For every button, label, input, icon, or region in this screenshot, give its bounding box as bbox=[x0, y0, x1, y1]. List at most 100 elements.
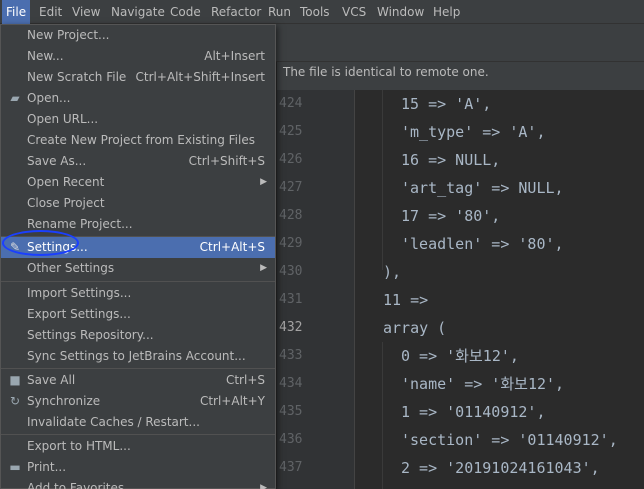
menu-item-settings-repository[interactable]: Settings Repository... bbox=[1, 325, 275, 346]
menu-item-create-from-existing[interactable]: Create New Project from Existing Files bbox=[1, 130, 275, 151]
line-number: 434 bbox=[279, 376, 303, 391]
file-menu-dropdown: New Project... New... Alt+Insert New Scr… bbox=[0, 24, 276, 489]
line-number: 436 bbox=[279, 432, 303, 447]
line-number: 427 bbox=[279, 180, 303, 195]
menu-tools[interactable]: Tools bbox=[296, 0, 334, 24]
code-line[interactable]: 0 => '화보12', bbox=[401, 342, 519, 370]
menu-run[interactable]: Run bbox=[264, 0, 295, 24]
menu-code[interactable]: Code bbox=[166, 0, 205, 24]
menu-item-other-settings[interactable]: Other Settings ▶ bbox=[1, 258, 275, 279]
code-line[interactable]: 'name' => '화보12', bbox=[401, 370, 564, 398]
menu-bar: File Edit View Navigate Code Refactor Ru… bbox=[0, 0, 644, 24]
save-icon: ■ bbox=[9, 373, 21, 387]
code-line[interactable]: 15 => 'A', bbox=[401, 90, 491, 118]
menu-item-shortcut: Ctrl+Alt+Y bbox=[199, 394, 265, 408]
annotation-circle bbox=[2, 230, 79, 256]
menu-item-shortcut: Ctrl+Alt+S bbox=[199, 240, 265, 254]
code-line[interactable]: ), bbox=[383, 258, 401, 286]
menu-vcs[interactable]: VCS bbox=[338, 0, 370, 24]
menu-item-label: Sync Settings to JetBrains Account... bbox=[27, 349, 246, 363]
menu-item-label: Add to Favorites bbox=[27, 481, 125, 489]
line-number: 429 bbox=[279, 236, 303, 251]
menu-item-label: New Project... bbox=[27, 28, 110, 42]
menu-item-add-to-favorites[interactable]: Add to Favorites ▶ bbox=[1, 478, 275, 489]
menu-item-label: Save As... bbox=[27, 154, 87, 168]
code-line[interactable]: 11 => bbox=[383, 286, 428, 314]
menu-item-label: Import Settings... bbox=[27, 286, 132, 300]
menu-refactor[interactable]: Refactor bbox=[207, 0, 265, 24]
menu-item-label: Create New Project from Existing Files bbox=[27, 133, 255, 147]
code-line[interactable]: 17 => '80', bbox=[401, 202, 500, 230]
code-line[interactable]: 'art_tag' => NULL, bbox=[401, 174, 564, 202]
menu-item-new-scratch-file[interactable]: New Scratch File Ctrl+Alt+Shift+Insert bbox=[1, 67, 275, 88]
menu-item-label: Print... bbox=[27, 460, 67, 474]
menu-item-label: Open... bbox=[27, 91, 71, 105]
menu-window[interactable]: Window bbox=[373, 0, 428, 24]
menu-item-label: New... bbox=[27, 49, 64, 63]
submenu-arrow-icon: ▶ bbox=[260, 177, 267, 187]
code-line[interactable]: 'section' => '01140912', bbox=[401, 426, 618, 454]
menu-separator bbox=[1, 434, 275, 435]
line-number: 435 bbox=[279, 404, 303, 419]
menu-item-label: Open Recent bbox=[27, 175, 105, 189]
menu-item-shortcut: Ctrl+Alt+Shift+Insert bbox=[135, 70, 265, 84]
code-line[interactable]: 1 => '01140912', bbox=[401, 398, 546, 426]
menu-item-invalidate-caches[interactable]: Invalidate Caches / Restart... bbox=[1, 412, 275, 433]
menu-item-export-settings[interactable]: Export Settings... bbox=[1, 304, 275, 325]
menu-separator bbox=[1, 281, 275, 282]
menu-file[interactable]: File bbox=[2, 0, 31, 24]
code-line[interactable]: array ( bbox=[383, 314, 446, 342]
remote-status-banner: The file is identical to remote one. bbox=[277, 62, 644, 90]
menu-navigate[interactable]: Navigate bbox=[107, 0, 169, 24]
menu-item-print[interactable]: ▬ Print... bbox=[1, 457, 275, 478]
line-number: 433 bbox=[279, 348, 303, 363]
menu-item-label: Save All bbox=[27, 373, 76, 387]
menu-separator bbox=[1, 368, 275, 369]
menu-item-synchronize[interactable]: ↻ Synchronize Ctrl+Alt+Y bbox=[1, 391, 275, 412]
line-number: 437 bbox=[279, 460, 303, 475]
menu-item-open[interactable]: ▰ Open... bbox=[1, 88, 275, 109]
indent-guide bbox=[382, 342, 383, 489]
menu-item-shortcut: Ctrl+S bbox=[225, 373, 265, 387]
menu-item-new-project[interactable]: New Project... bbox=[1, 25, 275, 46]
menu-item-label: New Scratch File bbox=[27, 70, 127, 84]
indent-guide bbox=[382, 90, 383, 270]
menu-item-label: Close Project bbox=[27, 196, 105, 210]
menu-item-sync-settings[interactable]: Sync Settings to JetBrains Account... bbox=[1, 346, 275, 367]
menu-item-label: Other Settings bbox=[27, 261, 115, 275]
line-number: 424 bbox=[279, 96, 303, 111]
code-line[interactable]: 2 => '20191024161043', bbox=[401, 454, 600, 482]
line-number: 432 bbox=[279, 320, 303, 335]
menu-item-close-project[interactable]: Close Project bbox=[1, 193, 275, 214]
menu-view[interactable]: View bbox=[68, 0, 104, 24]
menu-item-new[interactable]: New... Alt+Insert bbox=[1, 46, 275, 67]
line-number: 426 bbox=[279, 152, 303, 167]
submenu-arrow-icon: ▶ bbox=[260, 483, 267, 489]
menu-edit[interactable]: Edit bbox=[35, 0, 66, 24]
printer-icon: ▬ bbox=[9, 460, 21, 474]
menu-item-label: Open URL... bbox=[27, 112, 99, 126]
menu-item-save-as[interactable]: Save As... Ctrl+Shift+S bbox=[1, 151, 275, 172]
line-number: 425 bbox=[279, 124, 303, 139]
menu-item-import-settings[interactable]: Import Settings... bbox=[1, 283, 275, 304]
submenu-arrow-icon: ▶ bbox=[260, 263, 267, 273]
code-line[interactable]: 16 => NULL, bbox=[401, 146, 500, 174]
line-number: 431 bbox=[279, 292, 303, 307]
menu-item-label: Invalidate Caches / Restart... bbox=[27, 415, 200, 429]
menu-item-open-url[interactable]: Open URL... bbox=[1, 109, 275, 130]
menu-item-label: Export Settings... bbox=[27, 307, 131, 321]
menu-item-label: Settings Repository... bbox=[27, 328, 154, 342]
menu-item-label: Synchronize bbox=[27, 394, 101, 408]
refresh-icon: ↻ bbox=[9, 394, 21, 408]
menu-item-label: Export to HTML... bbox=[27, 439, 131, 453]
menu-item-save-all[interactable]: ■ Save All Ctrl+S bbox=[1, 370, 275, 391]
menu-item-shortcut: Ctrl+Shift+S bbox=[188, 154, 265, 168]
line-number: 430 bbox=[279, 264, 303, 279]
menu-help[interactable]: Help bbox=[429, 0, 464, 24]
menu-item-export-html[interactable]: Export to HTML... bbox=[1, 436, 275, 457]
code-line[interactable]: 'leadlen' => '80', bbox=[401, 230, 564, 258]
code-line[interactable]: 'm_type' => 'A', bbox=[401, 118, 546, 146]
menu-item-open-recent[interactable]: Open Recent ▶ bbox=[1, 172, 275, 193]
line-number: 428 bbox=[279, 208, 303, 223]
menu-item-shortcut: Alt+Insert bbox=[204, 49, 265, 63]
